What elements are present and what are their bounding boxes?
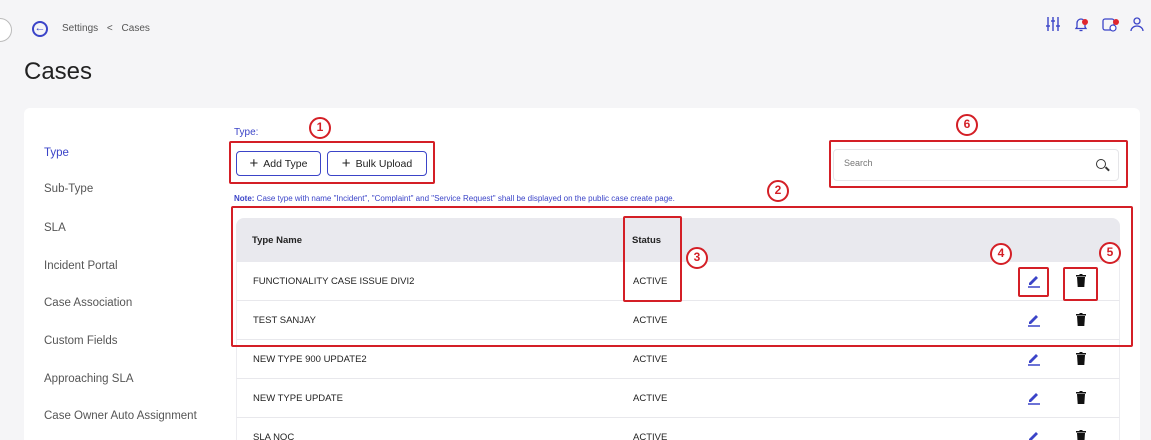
annotation-marker-6: 6 (956, 114, 978, 136)
annotation-marker-5: 5 (1099, 242, 1121, 264)
breadcrumb-settings[interactable]: Settings (62, 23, 98, 34)
notification-bell-icon[interactable] (1067, 16, 1095, 40)
collapse-sidebar-button[interactable] (0, 18, 12, 42)
annotation-box-5 (1063, 267, 1098, 301)
sidebar-item-case-owner-auto-assignment[interactable]: Case Owner Auto Assignment (44, 410, 197, 422)
annotation-marker-2: 2 (767, 180, 789, 202)
annotation-marker-4: 4 (990, 243, 1012, 265)
trash-icon[interactable] (1076, 352, 1086, 365)
calendar-alert-icon[interactable] (1095, 16, 1123, 40)
annotation-box-6 (829, 140, 1128, 188)
status-cell: ACTIVE (633, 393, 668, 404)
sidebar-item-case-association[interactable]: Case Association (44, 297, 132, 309)
type-label: Type: (234, 127, 259, 138)
edit-icon[interactable] (1026, 389, 1042, 405)
annotation-box-1 (229, 141, 435, 184)
note-body: Case type with name "Incident", "Complai… (254, 194, 675, 203)
sidebar-item-incident-portal[interactable]: Incident Portal (44, 260, 118, 272)
note-text: Note: Case type with name "Incident", "C… (234, 194, 675, 203)
calendar-alert-dot (1113, 19, 1119, 25)
sidebar-item-sub-type[interactable]: Sub-Type (44, 183, 93, 195)
note-prefix: Note: (234, 194, 255, 203)
sidebar-item-custom-fields[interactable]: Custom Fields (44, 335, 118, 347)
page-title: Cases (24, 58, 93, 85)
sidebar-item-sla[interactable]: SLA (44, 222, 66, 234)
table-row: SLA NOC ACTIVE (236, 418, 1120, 440)
trash-icon[interactable] (1076, 430, 1086, 440)
status-cell: ACTIVE (633, 432, 668, 440)
top-bar: ← Settings < Cases (0, 0, 1151, 58)
sidebar-item-type[interactable]: Type (44, 147, 69, 159)
annotation-marker-1: 1 (309, 117, 331, 139)
annotation-marker-3: 3 (686, 247, 708, 269)
type-name-cell: NEW TYPE 900 UPDATE2 (253, 354, 367, 365)
type-name-cell: NEW TYPE UPDATE (253, 393, 343, 404)
breadcrumb-separator: < (106, 23, 113, 34)
notification-dot (1082, 19, 1088, 25)
back-arrow-icon[interactable]: ← (32, 21, 48, 37)
table-row: NEW TYPE UPDATE ACTIVE (236, 379, 1120, 418)
user-icon[interactable] (1123, 16, 1151, 40)
top-icon-group (1039, 16, 1151, 40)
trash-icon[interactable] (1076, 391, 1086, 404)
breadcrumb-cases: Cases (121, 23, 150, 34)
edit-icon[interactable] (1026, 428, 1042, 440)
edit-icon[interactable] (1026, 350, 1042, 366)
sidebar-item-approaching-sla[interactable]: Approaching SLA (44, 373, 134, 385)
type-name-cell: SLA NOC (253, 432, 295, 440)
annotation-box-4 (1018, 267, 1049, 297)
breadcrumb: Settings < Cases (62, 23, 156, 34)
annotation-box-2 (231, 206, 1133, 347)
status-cell: ACTIVE (633, 354, 668, 365)
annotation-box-3 (623, 216, 682, 302)
filter-sliders-icon[interactable] (1039, 16, 1067, 40)
